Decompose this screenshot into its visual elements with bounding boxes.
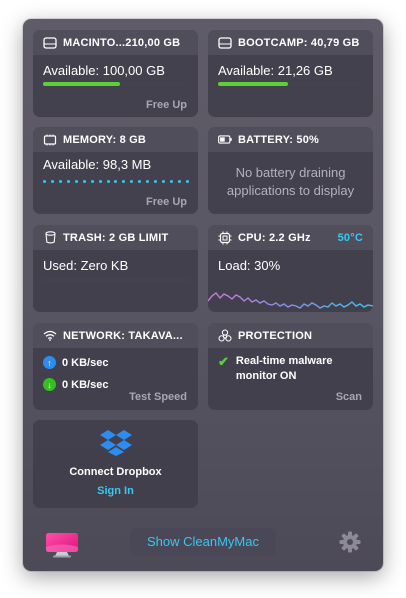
disk-title: BOOTCAMP: 40,79 GB xyxy=(238,36,360,49)
dropbox-icon xyxy=(100,430,132,456)
cpu-load-graph xyxy=(208,292,373,309)
disk-title: MACINTO...210,00 GB xyxy=(63,36,181,49)
menu-panel: MACINTO...210,00 GB Available: 100,00 GB… xyxy=(23,19,383,571)
disk-icon xyxy=(218,36,232,50)
test-speed-button[interactable]: Test Speed xyxy=(129,391,187,403)
network-card[interactable]: NETWORK: TAKAVA... ↑ 0 KB/sec ↓ 0 KB/sec… xyxy=(33,323,198,410)
battery-card-header: BATTERY: 50% xyxy=(208,127,373,152)
trash-icon xyxy=(43,231,57,245)
download-arrow-icon: ↓ xyxy=(43,378,56,391)
upload-arrow-icon: ↑ xyxy=(43,356,56,369)
dropbox-card[interactable]: Connect Dropbox Sign In xyxy=(33,420,198,508)
scan-button[interactable]: Scan xyxy=(336,391,362,403)
battery-message-line2: applications to display xyxy=(226,183,355,198)
disk-card-header: BOOTCAMP: 40,79 GB xyxy=(208,30,373,55)
cleanmymac-logo-icon[interactable] xyxy=(45,532,79,558)
memory-available: Available: 98,3 MB xyxy=(43,157,152,172)
cpu-title: CPU: 2.2 GHz xyxy=(238,231,311,244)
trash-used: Used: Zero KB xyxy=(43,258,129,273)
free-up-button[interactable]: Free Up xyxy=(146,196,187,208)
download-speed: 0 KB/sec xyxy=(62,378,109,391)
disk-icon xyxy=(43,36,57,50)
trash-title: TRASH: 2 GB LIMIT xyxy=(63,231,169,244)
trash-card-header: TRASH: 2 GB LIMIT xyxy=(33,225,198,250)
network-card-header: NETWORK: TAKAVA... xyxy=(33,323,198,348)
memory-title: MEMORY: 8 GB xyxy=(63,133,147,146)
battery-title: BATTERY: 50% xyxy=(238,133,320,146)
network-title: NETWORK: TAKAVA... xyxy=(63,329,183,342)
disk-card-header: MACINTO...210,00 GB xyxy=(33,30,198,55)
memory-pressure-indicator xyxy=(43,180,189,184)
wifi-icon xyxy=(43,329,57,343)
show-cleanmymac-button[interactable]: Show CleanMyMac xyxy=(130,528,276,556)
disk-usage-bar xyxy=(218,82,364,86)
protection-status-line1: Real-time malware xyxy=(235,355,333,367)
memory-card-header: MEMORY: 8 GB xyxy=(33,127,198,152)
check-icon: ✔ xyxy=(218,354,229,369)
disk-card-macintosh[interactable]: MACINTO...210,00 GB Available: 100,00 GB… xyxy=(33,30,198,117)
download-speed-row: ↓ 0 KB/sec xyxy=(43,378,108,391)
battery-icon xyxy=(218,133,232,147)
cpu-card-header: CPU: 2.2 GHz 50°C xyxy=(208,225,373,250)
memory-card[interactable]: MEMORY: 8 GB Available: 98,3 MB Free Up xyxy=(33,127,198,214)
battery-message-line1: No battery draining xyxy=(235,165,346,180)
biohazard-icon xyxy=(218,329,232,343)
disk-available: Available: 21,26 GB xyxy=(218,63,333,78)
battery-card[interactable]: BATTERY: 50% No battery draining applica… xyxy=(208,127,373,214)
cpu-temperature: 50°C xyxy=(337,231,363,244)
memory-chip-icon xyxy=(43,133,57,147)
gear-icon[interactable] xyxy=(339,531,361,553)
disk-usage-bar xyxy=(43,82,189,86)
trash-usage-bar xyxy=(43,278,189,282)
upload-speed: 0 KB/sec xyxy=(62,356,109,369)
cpu-load: Load: 30% xyxy=(218,258,281,273)
free-up-button[interactable]: Free Up xyxy=(146,99,187,111)
upload-speed-row: ↑ 0 KB/sec xyxy=(43,356,108,369)
cpu-icon xyxy=(218,231,232,245)
protection-card-header: PROTECTION xyxy=(208,323,373,348)
dropbox-sign-in-link[interactable]: Sign In xyxy=(33,485,198,497)
trash-card[interactable]: TRASH: 2 GB LIMIT Used: Zero KB xyxy=(33,225,198,312)
cpu-card[interactable]: CPU: 2.2 GHz 50°C Load: 30% xyxy=(208,225,373,312)
disk-available: Available: 100,00 GB xyxy=(43,63,165,78)
protection-status-line2: monitor ON xyxy=(235,370,297,382)
protection-title: PROTECTION xyxy=(238,329,313,342)
protection-card[interactable]: PROTECTION ✔ Real-time malware monitor O… xyxy=(208,323,373,410)
disk-card-bootcamp[interactable]: BOOTCAMP: 40,79 GB Available: 21,26 GB xyxy=(208,30,373,117)
protection-status: ✔ Real-time malware monitor ON xyxy=(218,354,333,384)
connect-dropbox-label: Connect Dropbox xyxy=(69,466,162,478)
